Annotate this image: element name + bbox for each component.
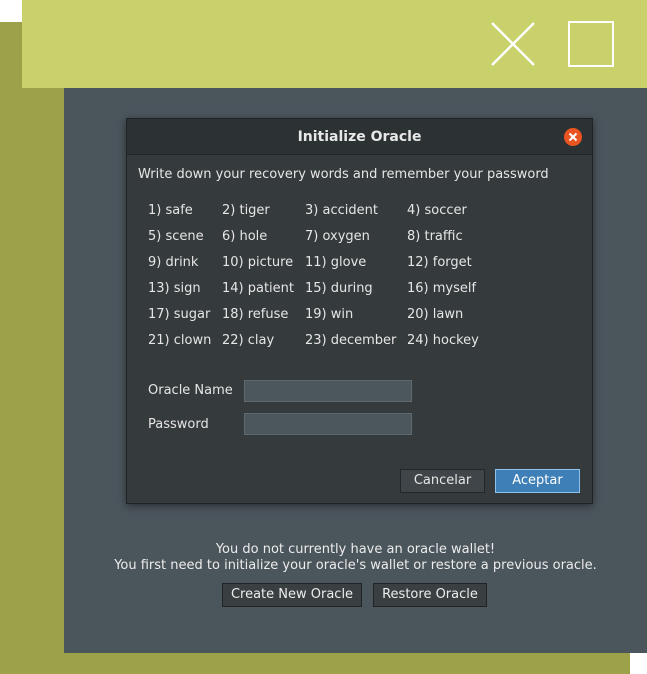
recovery-word: 24) hockey — [407, 333, 479, 348]
recovery-word: 14) patient — [222, 281, 295, 296]
recovery-word: 18) refuse — [222, 307, 289, 322]
recovery-word: 1) safe — [148, 203, 193, 218]
recovery-word: 20) lawn — [407, 307, 464, 322]
recovery-word: 2) tiger — [222, 203, 270, 218]
dialog-title-bar: Initialize Oracle — [127, 119, 592, 155]
recovery-word: 16) myself — [407, 281, 477, 296]
no-wallet-message: You do not currently have an oracle wall… — [215, 542, 496, 557]
password-label: Password — [148, 417, 209, 432]
recovery-word: 6) hole — [222, 229, 268, 244]
title-bar — [22, 0, 647, 88]
restore-oracle-button[interactable]: Restore Oracle — [373, 583, 487, 607]
recovery-word: 5) scene — [148, 229, 204, 244]
recovery-word: 21) clown — [148, 333, 212, 348]
initialize-oracle-dialog: Initialize Oracle Write down your recove… — [126, 118, 593, 504]
recovery-word: 8) traffic — [407, 229, 463, 244]
close-circle-icon[interactable] — [564, 128, 582, 146]
recovery-word: 13) sign — [148, 281, 201, 296]
recovery-word: 7) oxygen — [305, 229, 370, 244]
recovery-word: 10) picture — [222, 255, 294, 270]
recovery-word: 19) win — [305, 307, 354, 322]
recovery-word: 11) glove — [305, 255, 367, 270]
oracle-name-input[interactable] — [244, 380, 412, 402]
initialize-hint-message: You first need to initialize your oracle… — [114, 558, 597, 573]
recovery-word: 22) clay — [222, 333, 275, 348]
recovery-word: 3) accident — [305, 203, 378, 218]
dialog-title: Initialize Oracle — [297, 129, 422, 145]
cancel-button[interactable]: Cancelar — [400, 469, 485, 493]
close-x-icon[interactable] — [489, 20, 537, 68]
accept-button[interactable]: Aceptar — [495, 469, 580, 493]
recovery-word: 23) december — [305, 333, 397, 348]
recovery-word: 17) sugar — [148, 307, 211, 322]
recovery-word: 12) forget — [407, 255, 472, 270]
create-new-oracle-button[interactable]: Create New Oracle — [222, 583, 362, 607]
oracle-name-label: Oracle Name — [148, 383, 233, 398]
instruction-text: Write down your recovery words and remem… — [138, 167, 549, 182]
maximize-square-icon[interactable] — [568, 21, 614, 67]
recovery-word: 9) drink — [148, 255, 199, 270]
recovery-word: 15) during — [305, 281, 373, 296]
recovery-word: 4) soccer — [407, 203, 467, 218]
password-input[interactable] — [244, 413, 412, 435]
